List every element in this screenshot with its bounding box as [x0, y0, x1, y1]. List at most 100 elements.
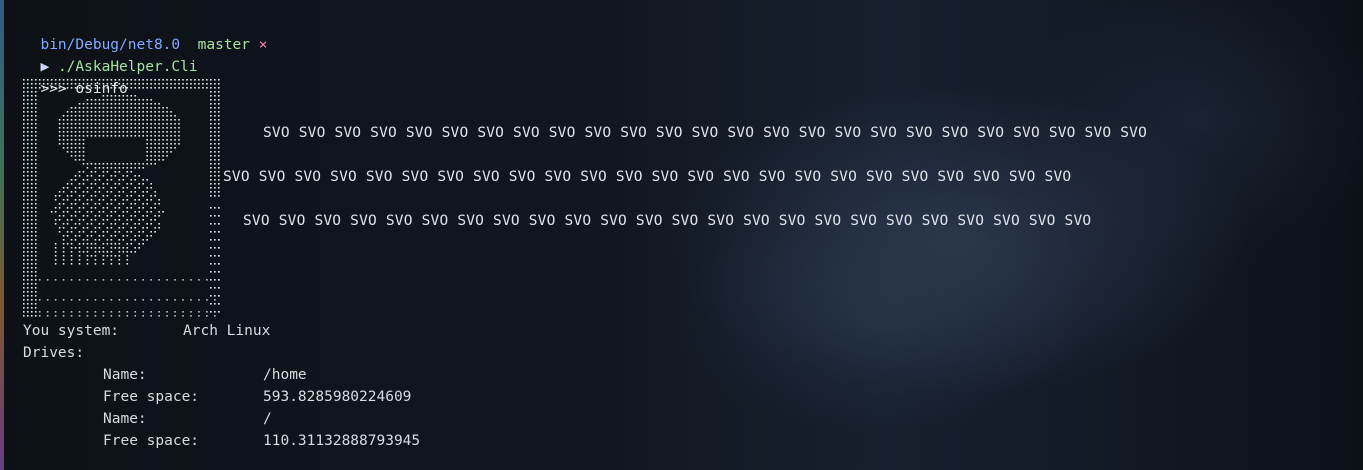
ascii-dot — [118, 243, 121, 245]
ascii-dot — [23, 255, 25, 257]
ascii-dot — [34, 159, 37, 161]
ascii-dot — [102, 183, 105, 185]
ascii-dot — [34, 191, 37, 193]
ascii-dot — [122, 235, 125, 237]
ascii-dot — [210, 215, 212, 217]
ascii-dot — [218, 191, 220, 193]
ascii-dot — [26, 199, 29, 201]
ascii-dot — [110, 87, 113, 89]
ascii-dot — [34, 303, 37, 305]
ascii-dot — [162, 127, 164, 129]
ascii-dot — [170, 79, 172, 81]
ascii-dot — [198, 83, 200, 85]
svo-line-3: SVO SVO SVO SVO SVO SVO SVO SVO SVO SVO … — [243, 213, 1092, 229]
ascii-dot — [42, 83, 45, 85]
ascii-dot — [23, 115, 25, 117]
ascii-dot — [94, 231, 97, 233]
ascii-dot — [102, 79, 105, 81]
ascii-dot — [86, 163, 89, 165]
ascii-dot — [166, 279, 168, 281]
ascii-dot — [210, 183, 212, 185]
ascii-dot — [78, 251, 81, 253]
ascii-dot — [30, 151, 33, 153]
ascii-dot — [106, 135, 109, 137]
ascii-dot — [166, 131, 168, 133]
ascii-dot — [154, 79, 156, 81]
ascii-dot — [138, 103, 141, 105]
ascii-dot — [74, 115, 77, 117]
ascii-dot — [118, 191, 121, 193]
ascii-dot — [106, 79, 109, 81]
ascii-dot — [78, 315, 81, 317]
ascii-dot — [26, 303, 29, 305]
ascii-dot — [102, 95, 105, 97]
ascii-dot — [210, 147, 212, 149]
ascii-dot — [26, 91, 29, 93]
ascii-dot — [182, 279, 184, 281]
ascii-dot — [30, 199, 33, 201]
ascii-dot — [178, 87, 180, 89]
ascii-dot — [98, 175, 101, 177]
ascii-dot — [30, 95, 33, 97]
ascii-dot — [126, 279, 129, 281]
ascii-dot — [106, 239, 109, 241]
ascii-dot — [70, 255, 73, 257]
ascii-dot — [218, 167, 220, 169]
ascii-dot — [98, 127, 101, 129]
ascii-dot — [66, 119, 69, 121]
ascii-dot — [142, 123, 144, 125]
ascii-dot — [90, 79, 93, 81]
ascii-dot — [102, 263, 105, 265]
ascii-dot — [82, 155, 85, 157]
ascii-dot — [174, 127, 176, 129]
ascii-dot — [34, 79, 37, 81]
ascii-dot — [82, 131, 85, 133]
ascii-dot — [70, 191, 73, 193]
ascii-dot — [78, 175, 81, 177]
ascii-dot — [138, 135, 141, 137]
ascii-dot — [62, 215, 65, 217]
ascii-dot — [34, 107, 37, 109]
ascii-dot — [142, 99, 144, 101]
ascii-dot — [214, 131, 216, 133]
ascii-dot — [126, 219, 129, 221]
ascii-dot — [98, 131, 101, 133]
ascii-dot — [210, 99, 212, 101]
ascii-dot — [146, 135, 148, 137]
ascii-dot — [54, 87, 57, 89]
drive-space-value: 110.31132888793945 — [263, 433, 421, 449]
ascii-dot — [54, 259, 57, 261]
ascii-dot — [118, 315, 121, 317]
ascii-dot — [210, 159, 212, 161]
ascii-dot — [98, 107, 101, 109]
ascii-dot — [178, 83, 180, 85]
ascii-dot — [30, 83, 33, 85]
ascii-dot — [110, 163, 113, 165]
ascii-dot — [170, 139, 172, 141]
ascii-dot — [90, 123, 93, 125]
repl-input-line[interactable]: >>> osinfo — [23, 56, 127, 97]
ascii-dot — [218, 171, 220, 173]
ascii-dot — [50, 83, 53, 85]
ascii-dot — [94, 299, 97, 301]
ascii-dot — [122, 187, 125, 189]
ascii-dot — [206, 79, 208, 81]
ascii-dot — [142, 183, 144, 185]
ascii-dot — [146, 107, 148, 109]
ascii-dot — [114, 223, 117, 225]
ascii-dot — [42, 79, 45, 81]
ascii-dot — [34, 215, 37, 217]
ascii-dot — [106, 107, 109, 109]
ascii-dot — [118, 227, 121, 229]
ascii-dot — [214, 187, 216, 189]
ascii-dot — [210, 263, 212, 265]
ascii-dot — [138, 199, 141, 201]
ascii-dot — [118, 163, 121, 165]
ascii-dot — [114, 103, 117, 105]
ascii-dot — [23, 95, 25, 97]
ascii-dot — [150, 87, 152, 89]
ascii-dot — [158, 103, 160, 105]
ascii-dot — [34, 255, 37, 257]
ascii-dot — [70, 79, 73, 81]
ascii-dot — [170, 151, 172, 153]
